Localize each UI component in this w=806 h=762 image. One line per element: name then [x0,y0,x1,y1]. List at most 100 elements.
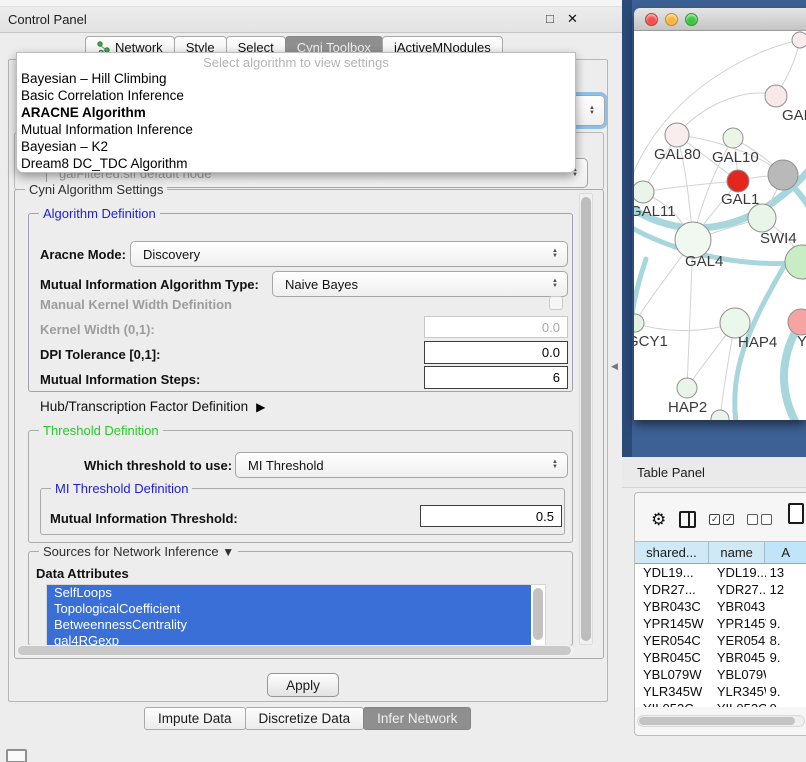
node-label: GAL80 [654,146,701,163]
network-window-titlebar[interactable] [634,8,806,31]
network-edge[interactable] [677,93,776,135]
docked-panel-icon[interactable] [6,749,27,762]
table-cell: YIL052C [709,701,766,707]
node-swi4[interactable] [748,204,776,232]
table-row[interactable]: YER054CYER054C8. [635,632,806,649]
algorithm-option[interactable]: Bayesian – K2 [17,138,575,155]
node-y[interactable] [788,309,806,335]
node-gcy1[interactable] [634,314,644,332]
table-cell: 12 [766,582,806,597]
mac-zoom-button[interactable] [685,13,698,26]
algorithm-definition-legend: Algorithm Definition [39,206,160,221]
unselect-all-columns-icon[interactable] [747,514,772,525]
node[interactable] [711,410,729,420]
table-row[interactable]: YBR045CYBR045C9. [635,649,806,666]
aracne-mode-label: Aracne Mode: [40,247,126,262]
node-gal10[interactable] [723,128,743,148]
mac-minimize-button[interactable] [665,13,678,26]
algorithm-dropdown-placeholder: Select algorithm to view settings [17,53,575,70]
splitter-collapse-icon[interactable]: ◀ [611,361,618,372]
settings-horizontal-scrollbar[interactable] [17,645,574,656]
algorithm-option[interactable]: Mutual Information Inference [17,121,575,138]
settings-vertical-scrollbar[interactable] [579,193,593,645]
node-gal11[interactable] [634,181,654,203]
node[interactable] [792,32,806,48]
list-scrollbar[interactable] [531,586,544,644]
table-row[interactable]: YDR27...YDR27...12 [635,581,806,598]
table-cell: YPR145W [709,616,766,631]
algorithm-option[interactable]: ARACNE Algorithm [17,104,575,121]
data-attribute-item[interactable]: TopologicalCoefficient [47,601,531,617]
node-label: GAL1 [721,191,759,208]
node[interactable] [768,160,798,190]
close-panel-icon[interactable]: ✕ [567,11,578,27]
node-gal1[interactable] [727,170,749,192]
bottom-tab-discretize-data[interactable]: Discretize Data [245,707,365,730]
mi-steps-input[interactable]: 6 [424,366,568,389]
node-label: GAL [782,107,806,124]
manual-kernel-checkbox[interactable] [549,296,563,310]
table-cell: YPR145W [635,616,709,631]
table-row[interactable]: YPR145WYPR145W9. [635,615,806,632]
select-all-columns-icon[interactable]: ✓✓ [709,514,734,525]
mi-type-combo[interactable]: Naive Bayes ▲▼ [272,271,568,297]
table-panel-title: Table Panel [637,465,705,480]
which-threshold-value: MI Threshold [248,458,324,473]
node-label: Y [797,333,806,350]
kernel-width-label: Kernel Width (0,1): [40,322,155,337]
table-cell: YBR043C [635,599,709,614]
hub-definition-expander[interactable]: Hub/Transcription Factor Definition ▶ [40,399,265,414]
columns-icon[interactable] [679,511,696,528]
column-header-A[interactable]: A [765,542,806,563]
network-canvas[interactable]: GALGAL80GAL10GAL1GAL11SWI4GAL4GCY1HAP4YH… [634,31,806,420]
dpi-tolerance-input[interactable]: 0.0 [424,341,568,364]
gear-icon[interactable]: ⚙ [651,511,666,528]
node-gal[interactable] [765,85,787,107]
aracne-mode-combo[interactable]: Discovery ▲▼ [130,241,568,267]
table-cell: 13 [766,565,806,580]
data-attributes-list[interactable]: SelfLoopsTopologicalCoefficientBetweenne… [46,584,546,646]
which-threshold-combo[interactable]: MI Threshold ▲▼ [235,452,568,478]
kernel-width-input[interactable]: 0.0 [424,316,568,338]
bottom-tab-infer-network[interactable]: Infer Network [363,707,471,730]
table-cell: YLR345W [709,684,766,699]
column-header-shared...[interactable]: shared... [635,542,709,563]
table-rows: YDL19...YDL19...13YDR27...YDR27...12YBR0… [635,564,806,707]
mi-threshold-input[interactable]: 0.5 [420,505,562,527]
column-header-name[interactable]: name [709,542,766,563]
combo-spinner-icon: ▲▼ [552,460,558,470]
control-panel: Control Panel □ ✕ NetworkStyleSelectCyni… [0,0,622,762]
bottom-tab-impute-data[interactable]: Impute Data [144,707,246,730]
apply-button[interactable]: Apply [267,673,339,697]
data-attribute-item[interactable]: BetweennessCentrality [47,617,531,633]
table-row[interactable]: YDL19...YDL19...13 [635,564,806,581]
node-hap2[interactable] [677,378,697,398]
threshold-definition-legend: Threshold Definition [39,423,163,438]
data-attribute-item[interactable]: SelfLoops [47,585,531,601]
combo-spinner-icon: ▲▼ [589,106,595,116]
algorithm-option[interactable]: Bayesian – Hill Climbing [17,70,575,87]
table-row[interactable]: YBL079WYBL079W [635,666,806,683]
table-row[interactable]: YIL052CYIL052C9 [635,700,806,707]
sources-legend[interactable]: Sources for Network Inference ▼ [39,544,238,559]
which-threshold-label: Which threshold to use: [84,458,232,473]
algorithm-option[interactable]: Dream8 DC_TDC Algorithm [17,155,575,172]
table-horizontal-scrollbar[interactable] [637,715,805,727]
algorithm-option[interactable]: Basic Correlation Inference [17,87,575,104]
table-cell: YBR045C [635,650,709,665]
table-row[interactable]: YLR345WYLR345W9. [635,683,806,700]
table-row[interactable]: YBR043CYBR043C [635,598,806,615]
mi-threshold-label: Mutual Information Threshold: [50,511,238,526]
node-label: HAP4 [738,334,777,351]
aracne-mode-value: Discovery [143,247,200,262]
algorithm-dropdown-list: Bayesian – Hill ClimbingBasic Correlatio… [17,70,575,172]
file-icon[interactable] [788,503,804,524]
dpi-tolerance-label: DPI Tolerance [0,1]: [40,347,160,362]
node[interactable] [785,245,806,279]
mac-close-button[interactable] [645,13,658,26]
node-gal80[interactable] [665,123,689,147]
algorithm-dropdown-popup: Select algorithm to view settings Bayesi… [16,52,576,173]
table-toolbar: ⚙ ✓✓ [635,501,806,537]
float-panel-icon[interactable]: □ [546,11,554,26]
table-cell: 9. [766,616,806,631]
